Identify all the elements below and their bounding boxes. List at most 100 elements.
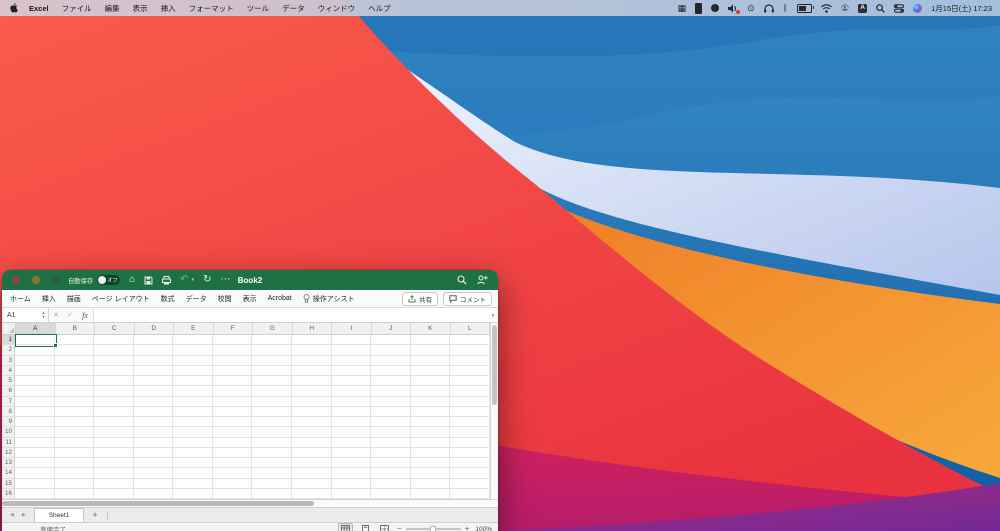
cell-I15[interactable] bbox=[331, 478, 372, 489]
column-header-K[interactable]: K bbox=[411, 323, 451, 334]
row-header-3[interactable]: 3 bbox=[2, 355, 15, 366]
row-header-6[interactable]: 6 bbox=[2, 386, 15, 397]
cell-K6[interactable] bbox=[410, 386, 451, 397]
horizontal-scrollbar[interactable] bbox=[2, 499, 498, 507]
row-header-1[interactable]: 1 bbox=[2, 335, 15, 346]
column-header-F[interactable]: F bbox=[214, 323, 253, 334]
sheet-nav-right-icon[interactable]: ▶ bbox=[22, 512, 26, 518]
cell-F8[interactable] bbox=[212, 406, 253, 417]
battery-icon[interactable] bbox=[797, 3, 815, 13]
ribbon-tab-5[interactable]: データ bbox=[186, 294, 207, 304]
cell-C1[interactable] bbox=[94, 335, 134, 346]
moon-icon[interactable] bbox=[711, 4, 720, 12]
cell-C6[interactable] bbox=[94, 386, 134, 397]
cell-B3[interactable] bbox=[54, 355, 95, 366]
cell-B7[interactable] bbox=[54, 396, 95, 407]
column-header-D[interactable]: D bbox=[135, 323, 174, 334]
menu-item-4[interactable]: 挿入 bbox=[161, 3, 176, 14]
cell-K13[interactable] bbox=[410, 458, 451, 469]
cell-L7[interactable] bbox=[450, 396, 490, 407]
cell-H2[interactable] bbox=[292, 345, 332, 356]
vertical-scrollbar[interactable] bbox=[490, 323, 498, 499]
select-all-corner[interactable] bbox=[2, 323, 16, 334]
cell-J15[interactable] bbox=[371, 478, 411, 489]
cell-J1[interactable] bbox=[371, 335, 411, 346]
cell-B6[interactable] bbox=[54, 386, 95, 397]
cell-K10[interactable] bbox=[410, 427, 451, 438]
cell-L10[interactable] bbox=[450, 427, 490, 438]
cell-A16[interactable] bbox=[15, 488, 55, 499]
cell-H15[interactable] bbox=[292, 478, 332, 489]
cell-E2[interactable] bbox=[173, 345, 213, 356]
cell-K14[interactable] bbox=[410, 468, 451, 479]
cell-A12[interactable] bbox=[15, 447, 55, 458]
cell-L1[interactable] bbox=[450, 335, 490, 346]
cell-J14[interactable] bbox=[371, 468, 411, 479]
cell-E5[interactable] bbox=[173, 376, 213, 387]
cell-J11[interactable] bbox=[371, 437, 411, 448]
menu-item-app[interactable]: Excel bbox=[29, 4, 49, 13]
row-header-9[interactable]: 9 bbox=[2, 417, 15, 428]
fill-handle[interactable] bbox=[52, 342, 58, 348]
cell-D12[interactable] bbox=[133, 447, 174, 458]
row-header-11[interactable]: 11 bbox=[2, 437, 15, 448]
share-user-icon[interactable] bbox=[477, 275, 488, 285]
cell-B2[interactable] bbox=[54, 345, 95, 356]
cell-I4[interactable] bbox=[331, 365, 372, 376]
cancel-icon[interactable]: ✕ bbox=[49, 308, 63, 322]
cell-C7[interactable] bbox=[94, 396, 134, 407]
cell-D2[interactable] bbox=[133, 345, 174, 356]
cell-B9[interactable] bbox=[54, 417, 95, 428]
cell-E14[interactable] bbox=[173, 468, 213, 479]
cell-C10[interactable] bbox=[94, 427, 134, 438]
bluetooth-icon[interactable]: ᛒ bbox=[783, 3, 788, 13]
name-box-stepper[interactable]: ▲ ▼ bbox=[39, 308, 49, 322]
cell-D13[interactable] bbox=[133, 458, 174, 469]
cell-G16[interactable] bbox=[252, 488, 293, 499]
cell-F16[interactable] bbox=[212, 488, 253, 499]
cell-F12[interactable] bbox=[212, 447, 253, 458]
cell-G15[interactable] bbox=[252, 478, 293, 489]
menu-item-6[interactable]: ツール bbox=[247, 3, 270, 14]
insert-function-icon[interactable]: fx bbox=[77, 308, 93, 322]
cell-E8[interactable] bbox=[173, 406, 213, 417]
cell-A2[interactable] bbox=[15, 345, 55, 356]
menu-item-1[interactable]: ファイル bbox=[62, 3, 92, 14]
print-icon[interactable] bbox=[162, 275, 172, 285]
cell-L6[interactable] bbox=[450, 386, 490, 397]
cell-K3[interactable] bbox=[410, 355, 451, 366]
cell-L5[interactable] bbox=[450, 376, 490, 387]
comment-button[interactable]: コメント bbox=[443, 291, 492, 306]
cell-E7[interactable] bbox=[173, 396, 213, 407]
cell-A15[interactable] bbox=[15, 478, 55, 489]
ribbon-tab-2[interactable]: 描画 bbox=[67, 294, 81, 304]
cell-I2[interactable] bbox=[331, 345, 372, 356]
cell-C15[interactable] bbox=[94, 478, 134, 489]
share-button[interactable]: 共有 bbox=[402, 291, 438, 306]
ribbon-tab-4[interactable]: 数式 bbox=[161, 294, 175, 304]
cell-K5[interactable] bbox=[410, 376, 451, 387]
siri-icon[interactable] bbox=[913, 3, 923, 13]
cell-E9[interactable] bbox=[173, 417, 213, 428]
horizontal-scrollbar-thumb[interactable] bbox=[2, 501, 314, 506]
cell-H16[interactable] bbox=[292, 488, 332, 499]
cell-F11[interactable] bbox=[212, 437, 253, 448]
cell-G5[interactable] bbox=[252, 376, 293, 387]
cell-G7[interactable] bbox=[252, 396, 293, 407]
cell-K4[interactable] bbox=[410, 365, 451, 376]
page-layout-view-icon[interactable] bbox=[359, 524, 372, 531]
cell-K1[interactable] bbox=[410, 335, 451, 346]
cell-D16[interactable] bbox=[133, 488, 174, 499]
cell-J13[interactable] bbox=[371, 458, 411, 469]
cell-H14[interactable] bbox=[292, 468, 332, 479]
sheet-grid[interactable]: ABCDEFGHIJKL 1 2 3 4 5 6 7 8 9 10 11 12 13 14 15 16 bbox=[2, 323, 490, 499]
cell-A3[interactable] bbox=[15, 355, 55, 366]
cell-D10[interactable] bbox=[133, 427, 174, 438]
cell-J6[interactable] bbox=[371, 386, 411, 397]
cell-D11[interactable] bbox=[133, 437, 174, 448]
zoom-window-button[interactable] bbox=[52, 276, 60, 284]
ribbon-tab-0[interactable]: ホーム bbox=[10, 294, 31, 304]
cell-A8[interactable] bbox=[15, 406, 55, 417]
cell-J9[interactable] bbox=[371, 417, 411, 428]
menu-item-9[interactable]: ヘルプ bbox=[368, 3, 391, 14]
